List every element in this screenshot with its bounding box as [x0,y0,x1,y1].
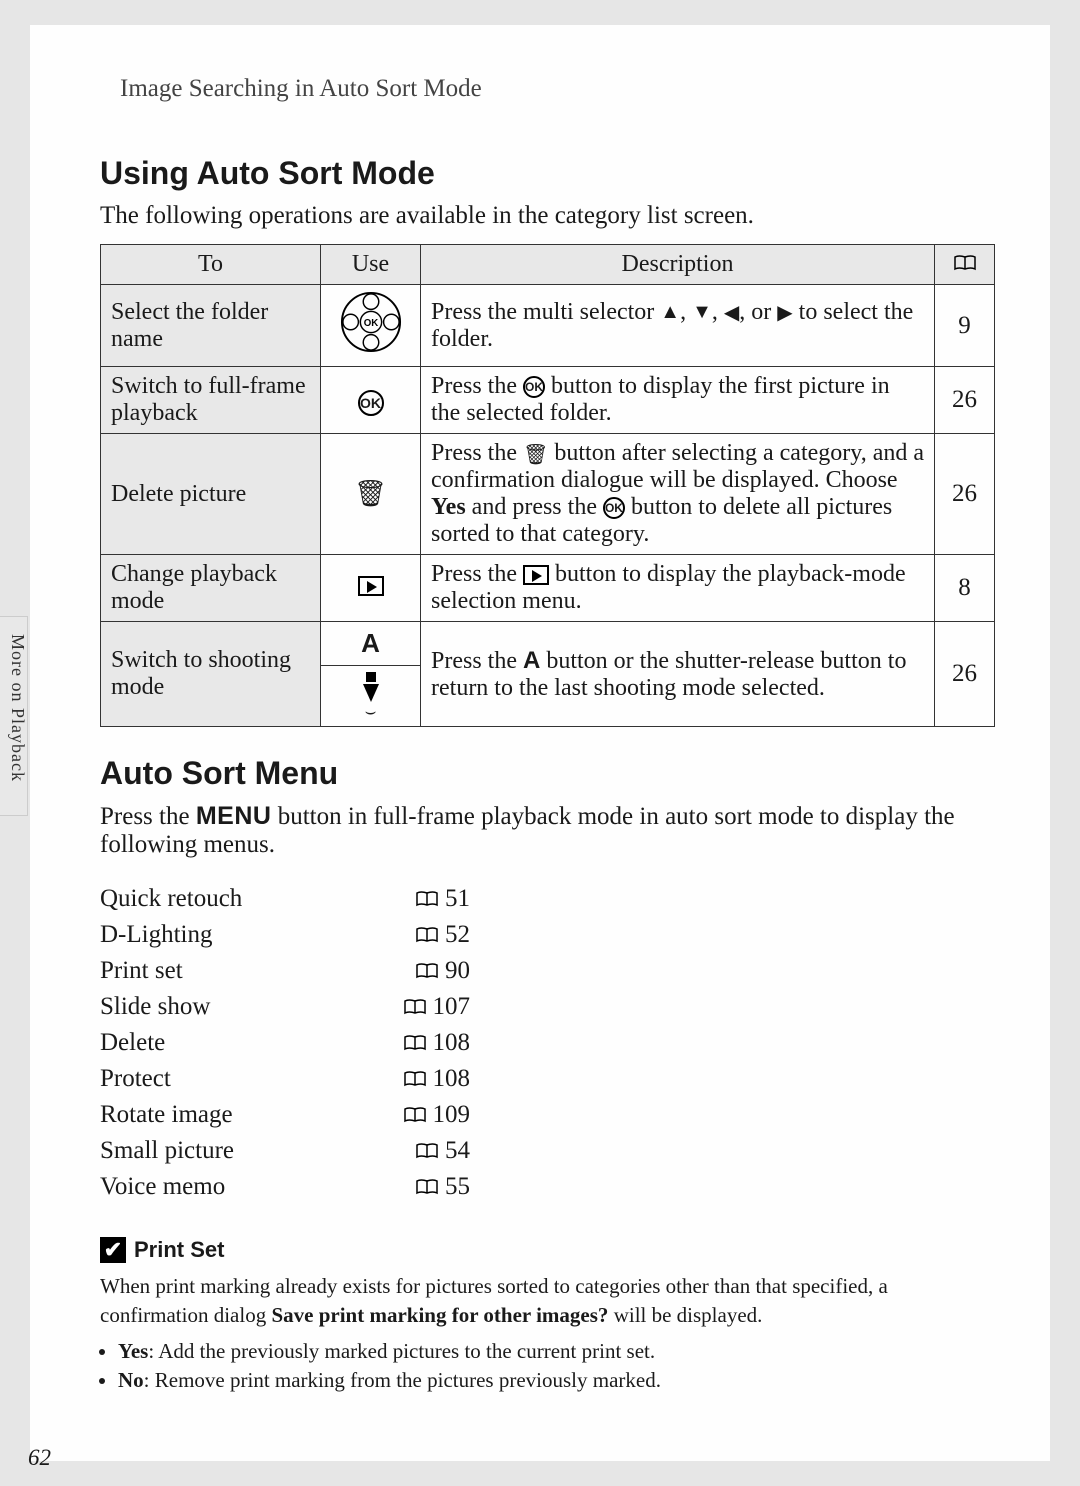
book-icon [415,1143,439,1159]
cell-use [321,555,421,622]
book-icon [403,1107,427,1123]
cell-desc: Press the multi selector ▲, ▼, ◀, or ▶ t… [421,285,935,367]
menu-list: Quick retouch51 D-Lighting52 Print set90… [100,881,470,1205]
book-icon [403,1035,427,1051]
cell-desc: Press the 🗑︎ button after selecting a ca… [421,434,935,555]
book-icon [415,1179,439,1195]
table-row: Delete picture 🗑︎ Press the 🗑︎ button af… [101,434,995,555]
section-heading-using-auto-sort: Using Auto Sort Mode [100,155,995,192]
cell-use: OK [321,367,421,434]
ok-button-icon: OK [523,376,545,398]
th-pageref [935,245,995,285]
menu-item: Protect108 [100,1061,470,1097]
menu-item: Small picture54 [100,1133,470,1169]
mode-a-icon: A [361,628,380,658]
playback-icon [523,565,549,585]
table-row: Select the folder name OK Press the mult… [101,285,995,367]
cell-page: 8 [935,555,995,622]
breadcrumb: Image Searching in Auto Sort Mode [120,75,995,103]
ok-button-icon: OK [358,390,384,416]
ok-button-icon: OK [603,497,625,519]
book-icon [953,251,977,278]
playback-icon [358,576,384,596]
book-icon [415,963,439,979]
cell-page: 9 [935,285,995,367]
menu-item: D-Lighting52 [100,917,470,953]
menu-label: MENU [196,802,272,830]
cell-to: Switch to shooting mode [101,622,321,727]
menu-item: Print set90 [100,953,470,989]
cell-use: 🗑︎ [321,434,421,555]
check-badge-icon: ✔ [100,1237,126,1263]
down-triangle-icon: ▼ [692,301,712,324]
th-to: To [101,245,321,285]
cell-to: Change playback mode [101,555,321,622]
th-description: Description [421,245,935,285]
print-set-note: ✔ Print Set When print marking already e… [100,1235,995,1395]
cell-use: ⌣ [321,666,421,727]
menu-item: Voice memo55 [100,1169,470,1205]
cell-desc: Press the OK button to display the first… [421,367,935,434]
cell-use: A [321,622,421,666]
section1-intro: The following operations are available i… [100,202,995,230]
cell-to: Switch to full-frame playback [101,367,321,434]
book-icon [403,999,427,1015]
operations-table: To Use Description Select the folder nam… [100,244,995,727]
note-body: When print marking already exists for pi… [100,1272,995,1331]
cell-page: 26 [935,367,995,434]
menu-item: Slide show107 [100,989,470,1025]
cell-page: 26 [935,622,995,727]
menu-item: Quick retouch51 [100,881,470,917]
page-number: 62 [28,1445,51,1471]
up-triangle-icon: ▲ [660,301,680,324]
cell-desc: Press the button to display the playback… [421,555,935,622]
table-row: Change playback mode Press the button to… [101,555,995,622]
trash-icon: 🗑︎ [354,479,387,509]
right-triangle-icon: ▶ [777,300,792,325]
cell-to: Select the folder name [101,285,321,367]
side-label: More on Playback [7,634,28,782]
cell-use: OK [321,285,421,367]
table-row: Switch to full-frame playback OK Press t… [101,367,995,434]
cell-desc: Press the A button or the shutter-releas… [421,622,935,727]
trash-icon: 🗑︎ [523,442,548,467]
section-heading-auto-sort-menu: Auto Sort Menu [100,755,995,792]
multi-selector-icon: OK [340,330,402,359]
note-list-item: Yes: Add the previously marked pictures … [118,1337,995,1366]
menu-item: Rotate image109 [100,1097,470,1133]
section2-intro: Press the MENU button in full-frame play… [100,802,995,859]
shutter-release-icon: ⌣ [331,672,410,720]
cell-page: 26 [935,434,995,555]
book-icon [415,927,439,943]
left-triangle-icon: ◀ [724,300,739,325]
note-title: Print Set [134,1235,224,1266]
svg-text:OK: OK [363,318,378,329]
table-row: Switch to shooting mode A Press the A bu… [101,622,995,666]
cell-to: Delete picture [101,434,321,555]
book-icon [415,891,439,907]
note-list-item: No: Remove print marking from the pictur… [118,1366,995,1395]
menu-item: Delete108 [100,1025,470,1061]
book-icon [403,1071,427,1087]
th-use: Use [321,245,421,285]
